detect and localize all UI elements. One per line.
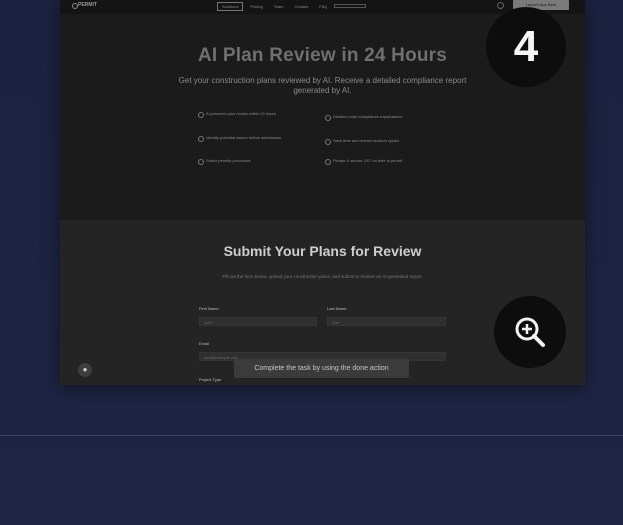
feature-text: Select permits processes	[206, 158, 251, 163]
nav-link-solutions[interactable]: Solutions	[217, 1, 244, 11]
check-circle-icon	[325, 159, 331, 165]
submit-title: Submit Your Plans for Review	[223, 243, 422, 259]
check-circle-icon	[198, 112, 204, 118]
check-circle-icon	[325, 115, 331, 121]
check-circle-icon	[198, 159, 204, 165]
check-circle-icon	[325, 139, 331, 145]
step-number: 4	[513, 22, 539, 71]
feature-text: Detailed code compliance explanations	[333, 114, 403, 119]
nav-link-contact[interactable]: Contact	[290, 3, 312, 10]
hero-subtitle: Get your construction plans reviewed by …	[178, 76, 467, 95]
feature-text: Identify potential issues before submiss…	[206, 135, 282, 140]
project-type-label: Project Type	[199, 377, 222, 382]
page-divider	[0, 435, 623, 436]
last-name-label: Last Name	[327, 306, 347, 311]
help-button[interactable]: ●	[78, 363, 92, 377]
nav-link-extra[interactable]	[334, 4, 367, 8]
feature-text: Save time and reduce revision cycles	[333, 138, 400, 143]
task-tooltip: Complete the task by using the done acti…	[234, 359, 409, 378]
zoom-button[interactable]	[494, 296, 566, 368]
nav-link-faq[interactable]: FAQ	[315, 3, 331, 10]
email-label: Email	[199, 341, 210, 346]
nav-link-team[interactable]: Team	[270, 3, 288, 10]
feature-text: AI-powered plan review within 24 hours	[206, 111, 276, 116]
first-name-label: First Name	[199, 306, 219, 311]
nav-links: Solutions Pricing Team Contact FAQ	[217, 0, 367, 12]
zoom-in-icon	[515, 317, 545, 347]
check-circle-icon	[198, 136, 204, 142]
nav-link-pricing[interactable]: Pricing	[246, 3, 266, 10]
step-badge: 4	[486, 7, 566, 87]
site-logo[interactable]: PERMIT	[78, 2, 97, 8]
help-icon: ●	[82, 365, 88, 374]
last-name-input[interactable]: Doe	[327, 317, 446, 326]
feature-text: Private & secure 24/7 on time to permit	[333, 158, 403, 163]
first-name-input[interactable]: John	[199, 317, 317, 326]
submit-subtitle: Fill out the form below, upload your con…	[222, 274, 423, 279]
